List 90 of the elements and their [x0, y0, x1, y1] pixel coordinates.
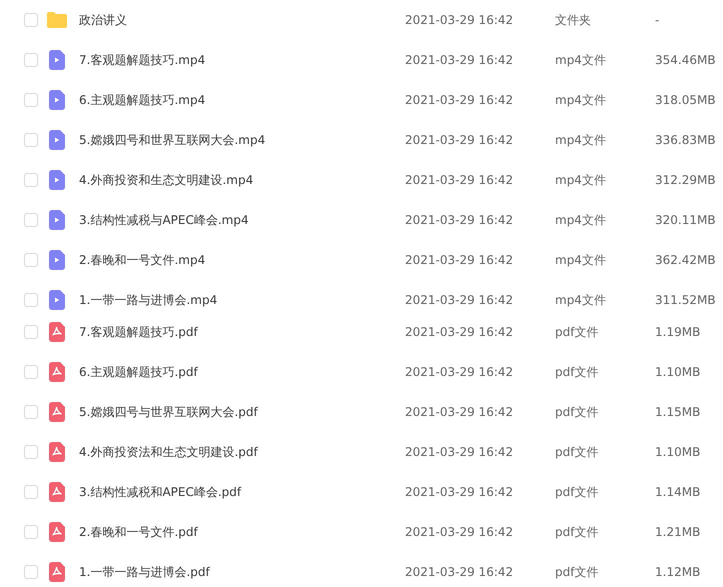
file-name[interactable]: 7.客观题解题技巧.mp4: [79, 52, 405, 68]
checkbox[interactable]: [24, 365, 38, 379]
checkbox[interactable]: [24, 293, 38, 307]
file-size: 320.11MB: [655, 213, 716, 227]
checkbox[interactable]: [24, 565, 38, 579]
file-type: pdf文件: [555, 364, 600, 380]
modified-date: 2021-03-29 16:42: [405, 485, 514, 499]
file-type: mp4文件: [555, 252, 607, 268]
file-size: 1.12MB: [655, 565, 700, 579]
file-size: 1.21MB: [655, 525, 700, 539]
file-name[interactable]: 4.外商投资和生态文明建设.mp4: [79, 172, 405, 188]
modified-date: 2021-03-29 16:42: [405, 253, 514, 267]
file-size: 1.10MB: [655, 365, 700, 379]
file-type: mp4文件: [555, 92, 607, 108]
modified-date: 2021-03-29 16:42: [405, 133, 514, 147]
file-name[interactable]: 7.客观题解题技巧.pdf: [79, 324, 405, 340]
pdf-file-icon: [49, 442, 65, 462]
file-name[interactable]: 6.主观题解题技巧.mp4: [79, 92, 405, 108]
video-file-icon: [49, 290, 65, 310]
file-size: 318.05MB: [655, 93, 716, 107]
file-type: mp4文件: [555, 132, 607, 148]
file-size: 312.29MB: [655, 173, 716, 187]
checkbox[interactable]: [24, 525, 38, 539]
file-size: 362.42MB: [655, 253, 716, 267]
file-name[interactable]: 1.一带一路与进博会.pdf: [79, 564, 405, 580]
file-type: mp4文件: [555, 212, 607, 228]
pdf-file-icon: [49, 522, 65, 542]
pdf-file-icon: [49, 402, 65, 422]
file-type: mp4文件: [555, 172, 607, 188]
modified-date: 2021-03-29 16:42: [405, 293, 514, 307]
modified-date: 2021-03-29 16:42: [405, 445, 514, 459]
checkbox[interactable]: [24, 133, 38, 147]
file-size: 336.83MB: [655, 133, 716, 147]
modified-date: 2021-03-29 16:42: [405, 405, 514, 419]
file-size: 354.46MB: [655, 53, 716, 67]
file-type: pdf文件: [555, 324, 600, 340]
file-type: pdf文件: [555, 444, 600, 460]
file-name[interactable]: 政治讲义: [79, 12, 405, 28]
checkbox[interactable]: [24, 173, 38, 187]
checkbox[interactable]: [24, 405, 38, 419]
checkbox[interactable]: [24, 485, 38, 499]
file-name[interactable]: 5.嫦娥四号与世界互联网大会.pdf: [79, 404, 405, 420]
checkbox[interactable]: [24, 13, 38, 27]
checkbox[interactable]: [24, 213, 38, 227]
file-name[interactable]: 1.一带一路与进博会.mp4: [79, 292, 405, 308]
checkbox[interactable]: [24, 445, 38, 459]
checkbox[interactable]: [24, 53, 38, 67]
pdf-file-icon: [49, 322, 65, 342]
modified-date: 2021-03-29 16:42: [405, 213, 514, 227]
video-file-icon: [49, 210, 65, 230]
file-name[interactable]: 5.嫦娥四号和世界互联网大会.mp4: [79, 132, 405, 148]
file-name[interactable]: 2.春晚和一号文件.pdf: [79, 524, 405, 540]
file-type: pdf文件: [555, 564, 600, 580]
file-type: mp4文件: [555, 52, 607, 68]
file-type: pdf文件: [555, 404, 600, 420]
modified-date: 2021-03-29 16:42: [405, 565, 514, 579]
folder-icon: [47, 12, 67, 28]
pdf-file-icon: [49, 362, 65, 382]
file-size: 1.14MB: [655, 485, 700, 499]
modified-date: 2021-03-29 16:42: [405, 53, 514, 67]
video-file-icon: [49, 90, 65, 110]
file-type: 文件夹: [555, 12, 592, 28]
modified-date: 2021-03-29 16:42: [405, 365, 514, 379]
checkbox[interactable]: [24, 325, 38, 339]
file-size: 1.19MB: [655, 325, 700, 339]
checkbox[interactable]: [24, 93, 38, 107]
file-name[interactable]: 3.结构性减税与APEC峰会.mp4: [79, 212, 405, 228]
file-name[interactable]: 2.春晚和一号文件.mp4: [79, 252, 405, 268]
checkbox[interactable]: [24, 253, 38, 267]
file-size: -: [655, 13, 660, 27]
file-size: 1.10MB: [655, 445, 700, 459]
modified-date: 2021-03-29 16:42: [405, 93, 514, 107]
modified-date: 2021-03-29 16:42: [405, 325, 514, 339]
file-name[interactable]: 6.主观题解题技巧.pdf: [79, 364, 405, 380]
video-file-icon: [49, 50, 65, 70]
file-type: pdf文件: [555, 524, 600, 540]
file-name[interactable]: 4.外商投资法和生态文明建设.pdf: [79, 444, 405, 460]
video-file-icon: [49, 130, 65, 150]
file-size: 311.52MB: [655, 293, 716, 307]
video-file-icon: [49, 170, 65, 190]
file-size: 1.15MB: [655, 405, 700, 419]
video-file-icon: [49, 250, 65, 270]
pdf-file-icon: [49, 482, 65, 502]
modified-date: 2021-03-29 16:42: [405, 173, 514, 187]
file-name[interactable]: 3.结构性减税和APEC峰会.pdf: [79, 484, 405, 500]
file-type: pdf文件: [555, 484, 600, 500]
pdf-file-icon: [49, 562, 65, 582]
modified-date: 2021-03-29 16:42: [405, 525, 514, 539]
file-type: mp4文件: [555, 292, 607, 308]
modified-date: 2021-03-29 16:42: [405, 13, 514, 27]
